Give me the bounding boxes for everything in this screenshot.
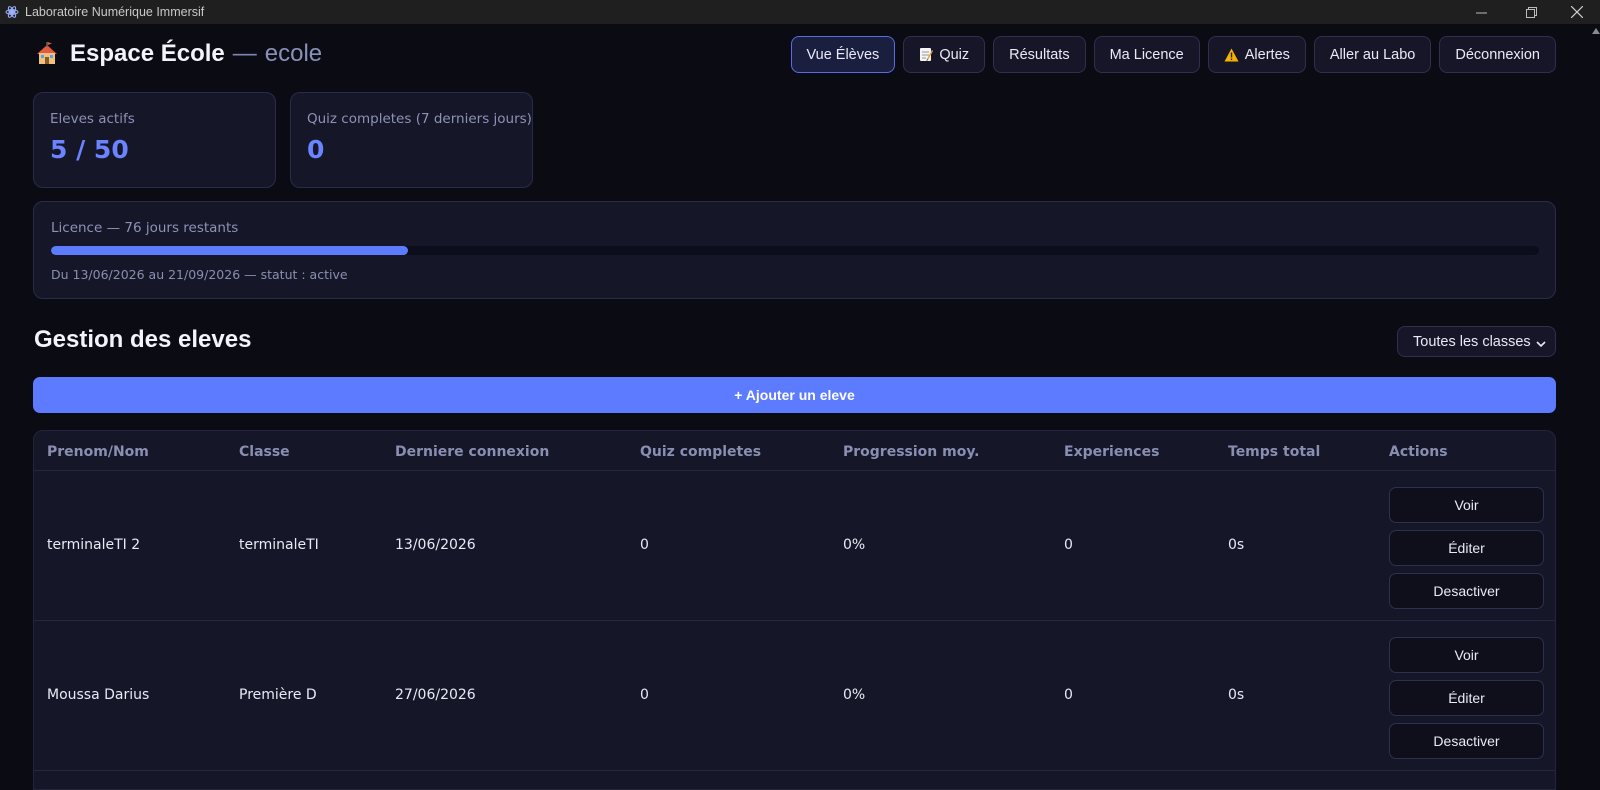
- class-filter-select[interactable]: Toutes les classes: [1397, 326, 1556, 357]
- cell-class: terminaleTI: [239, 537, 319, 553]
- stat-label: Quiz completes (7 derniers jours): [307, 111, 532, 127]
- cell-name: Moussa Darius: [47, 687, 150, 703]
- deactivate-button[interactable]: Desactiver: [1389, 723, 1544, 759]
- class-filter-value: Toutes les classes: [1413, 333, 1531, 350]
- nav-labo-button[interactable]: Aller au Labo: [1313, 36, 1432, 73]
- nav-quiz-button[interactable]: Quiz: [903, 36, 986, 73]
- nav-resultats-label: Résultats: [1009, 46, 1070, 63]
- cell-quiz: 0: [640, 687, 649, 703]
- deactivate-button[interactable]: Desactiver: [1389, 573, 1544, 609]
- window-titlebar: Laboratoire Numérique Immersif: [0, 0, 1600, 24]
- stat-value: 5 / 50: [50, 135, 129, 164]
- nav-alertes-button[interactable]: Alertes: [1207, 36, 1306, 73]
- page-scrollbar[interactable]: [1590, 24, 1600, 764]
- cell-progress: 0%: [843, 537, 866, 553]
- col-name: Prenom/Nom: [47, 444, 149, 460]
- students-table: Prenom/Nom Classe Derniere connexion Qui…: [33, 430, 1556, 790]
- close-icon[interactable]: [1554, 0, 1600, 24]
- view-button[interactable]: Voir: [1389, 637, 1544, 673]
- page-subtitle: ecole: [264, 40, 323, 67]
- stat-value: 0: [307, 135, 325, 164]
- brand: Espace École — ecole: [34, 40, 322, 68]
- cell-experiences: 0: [1064, 537, 1073, 553]
- section-title: Gestion des eleves: [34, 326, 252, 353]
- logout-button[interactable]: Déconnexion: [1439, 36, 1556, 73]
- table-header: Prenom/Nom Classe Derniere connexion Qui…: [34, 431, 1555, 471]
- cell-experiences: 0: [1064, 687, 1073, 703]
- col-time: Temps total: [1228, 444, 1321, 460]
- license-progress-bar: [51, 246, 1539, 255]
- app-logo-icon: [5, 5, 19, 19]
- add-student-button[interactable]: + Ajouter un eleve: [33, 377, 1556, 413]
- logout-label: Déconnexion: [1455, 46, 1540, 63]
- add-student-label: + Ajouter un eleve: [734, 387, 855, 403]
- cell-progress: 0%: [843, 687, 866, 703]
- cell-last-login: 27/06/2026: [395, 687, 476, 703]
- memo-icon: [919, 47, 934, 62]
- table-row: Moussa Darius Première D 27/06/2026 0 0%…: [34, 621, 1555, 771]
- top-nav: Vue Élèves Quiz Résultats Ma Licence Ale…: [790, 36, 1556, 73]
- page-header: Espace École — ecole Vue Élèves Quiz Rés…: [34, 36, 1556, 74]
- nav-eleves-button[interactable]: Vue Élèves: [790, 36, 896, 73]
- license-title: Licence — 76 jours restants: [51, 220, 239, 236]
- nav-labo-label: Aller au Labo: [1329, 46, 1416, 63]
- stat-label: Eleves actifs: [50, 111, 135, 127]
- nav-resultats-button[interactable]: Résultats: [993, 36, 1086, 73]
- col-experiences: Experiences: [1064, 444, 1160, 460]
- scroll-up-icon[interactable]: [1592, 28, 1600, 34]
- stat-card-active-students: Eleves actifs 5 / 50: [33, 92, 276, 188]
- table-row: terminaleTI 2 terminaleTI 13/06/2026 0 0…: [34, 471, 1555, 621]
- row-actions: Voir Éditer Desactiver: [1389, 487, 1544, 609]
- nav-eleves-label: Vue Élèves: [806, 46, 880, 63]
- edit-button[interactable]: Éditer: [1389, 530, 1544, 566]
- school-icon: [34, 41, 60, 67]
- col-last-login: Derniere connexion: [395, 444, 550, 460]
- nav-alertes-label: Alertes: [1244, 46, 1290, 63]
- title-separator: —: [232, 40, 257, 67]
- edit-button[interactable]: Éditer: [1389, 680, 1544, 716]
- row-actions: Voir Éditer Desactiver: [1389, 637, 1544, 759]
- cell-name: terminaleTI 2: [47, 537, 141, 553]
- nav-licence-button[interactable]: Ma Licence: [1093, 36, 1200, 73]
- restore-icon[interactable]: [1508, 0, 1554, 24]
- page-title: Espace École: [70, 40, 225, 67]
- nav-quiz-label: Quiz: [939, 46, 970, 63]
- col-actions: Actions: [1389, 444, 1448, 460]
- minimize-icon[interactable]: [1458, 0, 1504, 24]
- col-class: Classe: [239, 444, 290, 460]
- cell-time: 0s: [1228, 687, 1245, 703]
- view-button[interactable]: Voir: [1389, 487, 1544, 523]
- window-title: Laboratoire Numérique Immersif: [25, 5, 205, 19]
- nav-licence-label: Ma Licence: [1109, 46, 1184, 63]
- cell-last-login: 13/06/2026: [395, 537, 476, 553]
- col-progress: Progression moy.: [843, 444, 980, 460]
- cell-time: 0s: [1228, 537, 1245, 553]
- license-card: Licence — 76 jours restants Du 13/06/202…: [33, 201, 1556, 299]
- chevron-down-icon: [1536, 337, 1546, 353]
- cell-quiz: 0: [640, 537, 649, 553]
- license-progress-fill: [51, 246, 409, 255]
- cell-class: Première D: [239, 687, 317, 703]
- warning-icon: [1224, 48, 1239, 62]
- col-quiz: Quiz completes: [640, 444, 762, 460]
- stat-card-quiz-completed: Quiz completes (7 derniers jours) 0: [290, 92, 533, 188]
- license-dates: Du 13/06/2026 au 21/09/2026 — statut : a…: [51, 267, 348, 282]
